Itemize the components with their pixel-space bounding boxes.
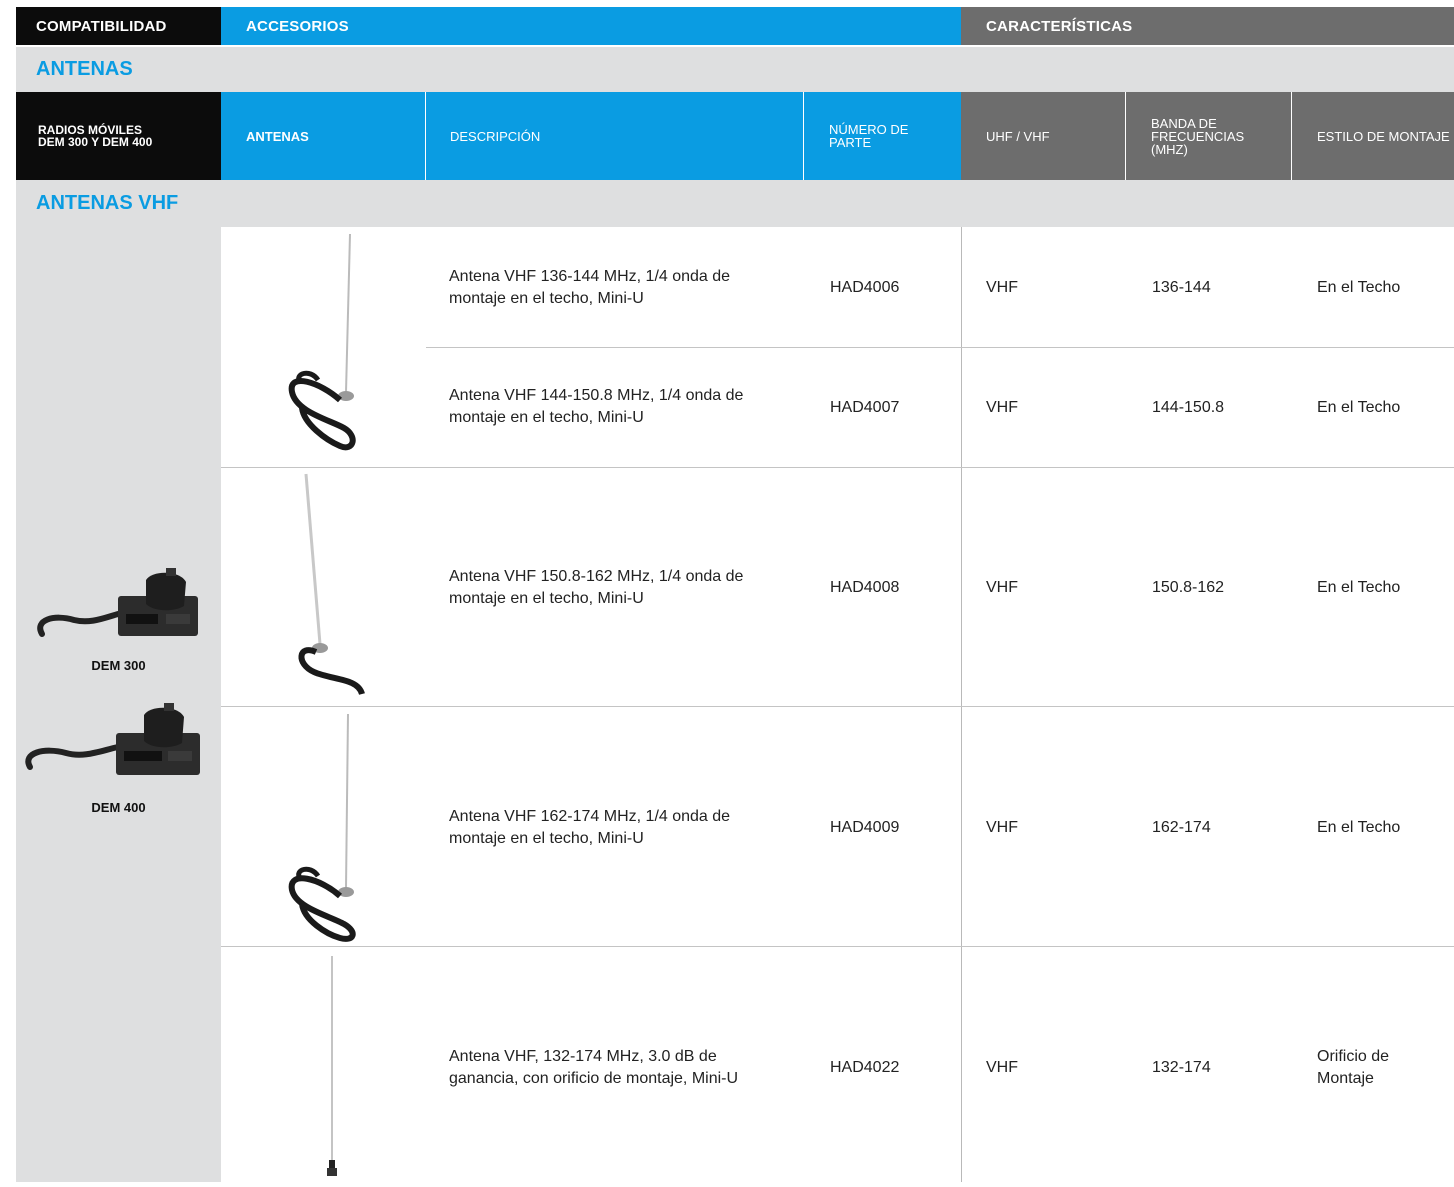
row2-mount: En el Techo: [1317, 399, 1401, 416]
row4-desc-line1: Antena VHF 162-174 MHz, 1/4 onda de: [449, 808, 731, 825]
row2-band: VHF: [986, 399, 1018, 416]
row4-mount: En el Techo: [1317, 819, 1401, 836]
row4-band: VHF: [986, 819, 1018, 836]
header-compatibility: COMPATIBILIDAD: [16, 7, 221, 45]
col-header-mount-style: ESTILO DE MONTAJE: [1292, 92, 1454, 180]
row5-description: Antena VHF, 132-174 MHz, 3.0 dB de gananc…: [449, 1044, 799, 1092]
col-part-line2: PARTE: [829, 135, 872, 150]
col-header-radios: RADIOS MÓVILES DEM 300 Y DEM 400: [16, 92, 221, 180]
col-header-part-number: NÚMERO DE PARTE: [804, 92, 961, 180]
row3-description: Antena VHF 150.8-162 MHz, 1/4 onda de mon…: [449, 564, 799, 612]
row3-frequency: 150.8-162: [1152, 579, 1225, 596]
row5-mount-line1: Orificio de: [1317, 1048, 1390, 1065]
row1-desc-line1: Antena VHF 136-144 MHz, 1/4 onda de: [449, 268, 731, 285]
row1-mount: En el Techo: [1317, 279, 1401, 296]
row1-band: VHF: [986, 279, 1018, 296]
row3-part-number: HAD4008: [830, 579, 900, 596]
dem300-radio-image: [34, 568, 204, 648]
row-divider-2: [221, 467, 1454, 468]
row1-frequency: 136-144: [1152, 279, 1211, 296]
divider-features: [961, 227, 962, 1182]
antenna-image-had4008: [288, 472, 378, 702]
col-freq-line2: FRECUENCIAS: [1151, 128, 1245, 144]
row1-desc-line2: montaje en el techo, Mini-U: [449, 290, 644, 307]
col-header-band-type: UHF / VHF: [961, 92, 1126, 180]
row5-desc-line1: Antena VHF, 132-174 MHz, 3.0 dB de: [449, 1048, 717, 1065]
dem400-radio-image: [22, 703, 204, 785]
header-features: CARACTERÍSTICAS: [961, 7, 1454, 45]
row1-description: Antena VHF 136-144 MHz, 1/4 onda de monta…: [449, 264, 799, 312]
header-accessories: ACCESORIOS: [221, 7, 961, 45]
subsection-title: ANTENAS VHF: [36, 192, 179, 214]
col-mount-label: ESTILO DE MONTAJE: [1317, 128, 1450, 144]
radio-label-dem400: DEM 400: [91, 800, 146, 815]
col-description-label: DESCRIPCIÓN: [450, 128, 541, 144]
row2-desc-line2: montaje en el techo, Mini-U: [449, 409, 644, 426]
row3-desc-line1: Antena VHF 150.8-162 MHz, 1/4 onda de: [449, 568, 744, 585]
col-radios-line2: DEM 300 Y DEM 400: [38, 135, 153, 149]
antenna-image-had4009: [280, 712, 380, 942]
row2-description: Antena VHF 144-150.8 MHz, 1/4 onda de mon…: [449, 383, 799, 431]
row5-mount: Orificio de Montaje: [1317, 1044, 1389, 1092]
row2-frequency: 144-150.8: [1152, 399, 1225, 416]
row-divider-1-left: [426, 347, 961, 348]
row4-frequency: 162-174: [1152, 819, 1211, 836]
row3-mount: En el Techo: [1317, 579, 1401, 596]
row5-frequency: 132-174: [1152, 1059, 1211, 1076]
row4-description: Antena VHF 162-174 MHz, 1/4 onda de monta…: [449, 804, 799, 852]
row5-mount-line2: Montaje: [1317, 1070, 1374, 1087]
row1-part-number: HAD4006: [830, 279, 900, 296]
col-freq-line1: BANDA DE: [1151, 115, 1217, 131]
radio-label-dem300: DEM 300: [91, 658, 146, 673]
col-band-type-label: UHF / VHF: [986, 128, 1050, 144]
row5-part-number: HAD4022: [830, 1059, 900, 1076]
header-accessories-label: ACCESORIOS: [246, 17, 349, 35]
row4-part-number: HAD4009: [830, 819, 900, 836]
section-band-antennas: ANTENAS: [16, 47, 1454, 92]
col-freq-line3: (MHZ): [1151, 141, 1188, 157]
row5-band: VHF: [986, 1059, 1018, 1076]
col-header-antennas: ANTENAS: [221, 92, 426, 180]
row-divider-1-right: [961, 347, 1454, 348]
antenna-image-had4022: [320, 954, 344, 1182]
antenna-image-had4006-had4007: [280, 232, 380, 457]
section-title: ANTENAS: [36, 58, 133, 80]
row5-desc-line2: ganancia, con orificio de montaje, Mini-…: [449, 1070, 739, 1087]
header-compatibility-label: COMPATIBILIDAD: [36, 17, 167, 35]
col-antennas-label: ANTENAS: [246, 128, 309, 144]
row-divider-3: [221, 706, 1454, 707]
col-header-description: DESCRIPCIÓN: [426, 92, 804, 180]
header-features-label: CARACTERÍSTICAS: [986, 17, 1133, 35]
section-band-vhf: ANTENAS VHF: [16, 180, 1454, 227]
row2-desc-line1: Antena VHF 144-150.8 MHz, 1/4 onda de: [449, 387, 744, 404]
row2-part-number: HAD4007: [830, 399, 900, 416]
row4-desc-line2: montaje en el techo, Mini-U: [449, 830, 644, 847]
col-header-frequency: BANDA DE FRECUENCIAS (MHZ): [1126, 92, 1292, 180]
row3-band: VHF: [986, 579, 1018, 596]
row-divider-4: [221, 946, 1454, 947]
row3-desc-line2: montaje en el techo, Mini-U: [449, 590, 644, 607]
